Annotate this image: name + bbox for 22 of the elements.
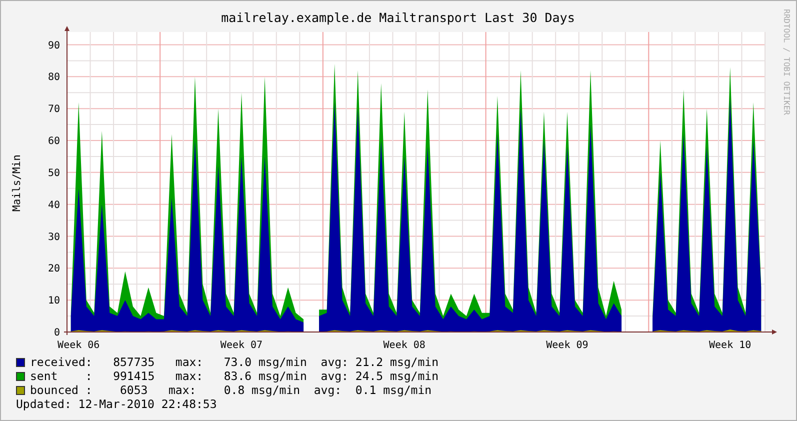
axis-label: 70: [48, 104, 60, 116]
axis-title: Mails/Min: [11, 154, 23, 212]
chart-title: mailrelay.example.de Mailtransport Last 30 Days: [221, 10, 575, 25]
axis-label: Week 06: [58, 340, 100, 351]
axis-label: Week 07: [220, 340, 263, 351]
axis-label: Week 08: [383, 340, 426, 351]
axis-label: 80: [48, 72, 60, 84]
axis-label: Week 09: [546, 340, 588, 351]
axis-label: 10: [48, 296, 60, 307]
axis-label: 20: [48, 264, 60, 275]
timestamp: Updated: 12-Mar-2010 22:48:53: [16, 397, 218, 411]
axis-label: 50: [48, 168, 60, 179]
axis-label: Week 10: [709, 340, 752, 351]
axis-label: 60: [48, 136, 60, 147]
legend-text: received: 857735 max: 73.0 msg/min avg: 21.2 msg/min: [30, 355, 438, 369]
axis-label: 0: [54, 328, 60, 338]
axis-label: 40: [48, 200, 60, 211]
credit-label: RRDTOOL / TOBI OETIKER: [782, 9, 791, 115]
legend-text: sent : 991415 max: 83.6 msg/min avg: 24.5 msg/min: [30, 369, 438, 383]
axis-label: 90: [48, 40, 60, 52]
legend-text: bounced : 6053 max: 0.8 msg/min avg: 0.1 msg/min: [30, 383, 432, 397]
axis-label: 30: [48, 232, 60, 243]
